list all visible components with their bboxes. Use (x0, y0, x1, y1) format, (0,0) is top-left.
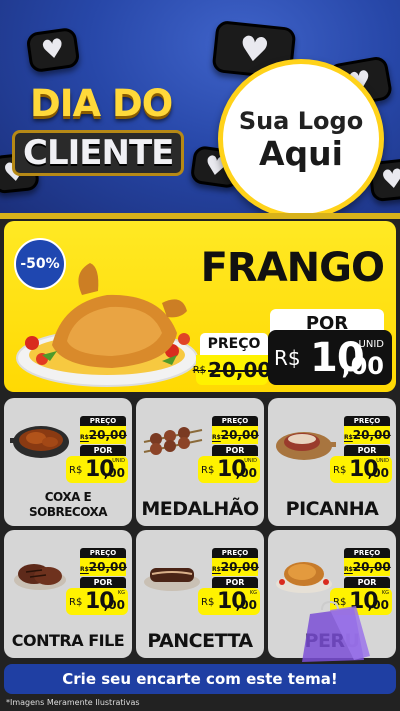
heart-bubble-icon: ♥ (25, 26, 81, 74)
featured-product-name: FRANGO (200, 245, 385, 291)
picanha-board-image (276, 432, 336, 460)
old-price-currency: R$ (344, 434, 353, 441)
old-price: R$20,00 (212, 558, 259, 576)
por-label: POR (212, 577, 258, 588)
old-price: R$20,00 (80, 426, 127, 444)
new-price-currency: R$ (201, 597, 215, 608)
new-price-decimal: ,00 (103, 466, 125, 480)
por-label: POR (344, 577, 390, 588)
old-price: R$20,00 (344, 426, 391, 444)
old-price-currency: R$ (80, 434, 89, 441)
logo-text-line-2: Aqui (259, 134, 343, 173)
title-line-1: DIA DO (30, 82, 173, 125)
preco-label: PREÇO (212, 416, 258, 426)
product-name: MEDALHÃO (141, 498, 259, 520)
preco-label: PREÇO (344, 548, 390, 558)
por-label: POR (212, 445, 258, 456)
product-card[interactable]: PREÇO R$20,00 POR R$ 10 KG ,00 PANCETTA (136, 530, 264, 658)
price-unit: UNID (112, 458, 125, 464)
por-label: POR (344, 445, 390, 456)
old-price-value: 20,00 (208, 358, 272, 382)
new-price-currency: R$ (201, 465, 215, 476)
preco-label: PREÇO (80, 416, 126, 426)
price-unit: UNID (358, 339, 384, 350)
logo-text-line-1: Sua Logo (238, 107, 364, 135)
old-price-currency: R$ (212, 566, 221, 573)
preco-label: PREÇO (200, 333, 268, 355)
new-price-decimal: ,00 (341, 352, 384, 380)
old-price: R$20,00 (80, 558, 127, 576)
new-price: R$ 10 KG ,00 (198, 588, 260, 615)
old-price-currency: R$ (212, 434, 221, 441)
logo-placeholder[interactable]: Sua Logo Aqui (218, 59, 384, 218)
title-line-2: CLIENTE (12, 130, 185, 176)
shopping-bag-icon (302, 600, 370, 662)
flyer-page: ♥ ♥ ♥ ♥ ♥ ♥ DIA DO CLIENTE Sua Logo Aqui… (0, 0, 400, 711)
price-unit: KG (249, 590, 257, 596)
price-unit: KG (381, 590, 389, 596)
old-price: R$ 20,00 (192, 355, 272, 385)
old-price-value: 20,00 (220, 560, 259, 574)
new-price-decimal: ,00 (103, 598, 125, 612)
preco-label: PREÇO (80, 548, 126, 558)
product-card[interactable]: PREÇO R$20,00 POR R$ 10 UNID ,00 MEDALHÃ… (136, 398, 264, 526)
new-price-decimal: ,00 (367, 466, 389, 480)
create-flyer-button[interactable]: Crie seu encarte com este tema! (4, 664, 396, 694)
old-price-value: 20,00 (88, 428, 127, 442)
new-price-decimal: ,00 (235, 466, 257, 480)
header-divider (0, 213, 400, 219)
product-card[interactable]: PREÇO R$20,00 POR R$ 10 UNID ,00 COXA E … (4, 398, 132, 526)
price-unit: KG (117, 590, 125, 596)
price-unit: UNID (244, 458, 257, 464)
steak-image (14, 564, 66, 590)
new-price: R$ 10 UNID ,00 (268, 330, 392, 385)
old-price-currency: R$ (192, 364, 207, 376)
old-price-value: 20,00 (220, 428, 259, 442)
discount-badge: -50% (14, 238, 66, 290)
new-price-currency: R$ (69, 597, 83, 608)
new-price: R$ 10 UNID ,00 (330, 456, 392, 483)
new-price: R$ 10 UNID ,00 (198, 456, 260, 483)
old-price-value: 20,00 (352, 560, 391, 574)
old-price: R$20,00 (212, 426, 259, 444)
product-name: PANCETTA (147, 630, 253, 652)
old-price: R$20,00 (344, 558, 391, 576)
pancetta-image (144, 568, 200, 591)
old-price-value: 20,00 (88, 560, 127, 574)
old-price-value: 20,00 (352, 428, 391, 442)
new-price-decimal: ,00 (235, 598, 257, 612)
roast-turkey-image (276, 562, 332, 593)
product-name: PICANHA (285, 498, 379, 520)
new-price-currency: R$ (274, 346, 301, 370)
por-label: POR (80, 445, 126, 456)
product-name: COXA E SOBRECOXA (28, 490, 108, 519)
header-banner: ♥ ♥ ♥ ♥ ♥ ♥ DIA DO CLIENTE Sua Logo Aqui (0, 0, 400, 218)
new-price: R$ 10 UNID ,00 (66, 456, 128, 483)
por-label: POR (80, 577, 126, 588)
price-unit: UNID (376, 458, 389, 464)
campaign-title: DIA DO CLIENTE (12, 84, 202, 176)
new-price: R$ 10 KG ,00 (66, 588, 128, 615)
product-name: CONTRA FILE (11, 631, 125, 650)
disclaimer-text: *Imagens Meramente Ilustrativas (6, 698, 140, 707)
old-price-currency: R$ (344, 566, 353, 573)
medallion-skewers-image (143, 427, 203, 455)
product-card[interactable]: PREÇO R$20,00 POR R$ 10 UNID ,00 PICANHA (268, 398, 396, 526)
preco-label: PREÇO (344, 416, 390, 426)
new-price-currency: R$ (69, 465, 83, 476)
new-price-currency: R$ (333, 465, 347, 476)
preco-label: PREÇO (212, 548, 258, 558)
old-price-currency: R$ (80, 566, 89, 573)
product-card[interactable]: PREÇO R$20,00 POR R$ 10 KG ,00 CONTRA FI… (4, 530, 132, 658)
chicken-thigh-pan-image (10, 426, 69, 458)
